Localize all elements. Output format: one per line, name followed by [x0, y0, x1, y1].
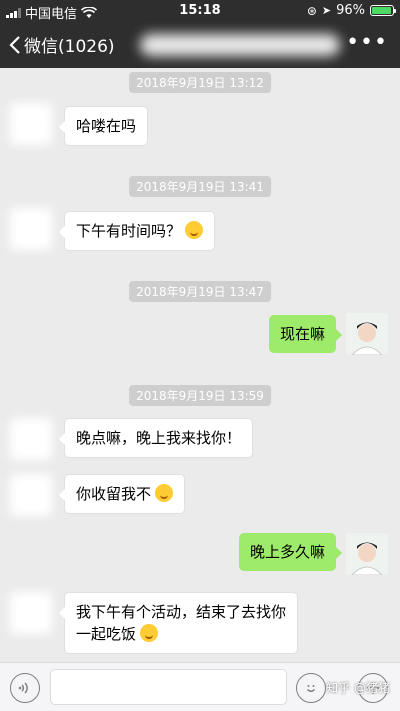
- chevron-left-icon: [9, 35, 20, 54]
- message-text: 哈喽在吗: [76, 117, 137, 135]
- back-button[interactable]: 微信(1026): [8, 32, 115, 57]
- message-bubble[interactable]: 晚上多久嘛: [238, 533, 343, 571]
- emoji-button[interactable]: [296, 673, 326, 703]
- location-icon: ➤: [321, 4, 332, 17]
- smiley-icon: [307, 685, 315, 692]
- timestamp-label: 2018年9月19日 13:41: [129, 176, 271, 197]
- message-input[interactable]: [50, 669, 287, 705]
- back-label: 微信(1026): [24, 37, 115, 57]
- orientation-lock-icon: ⊛: [306, 3, 317, 18]
- message-bubble[interactable]: 我下午有个活动，结束了去找你 一起吃饭: [58, 592, 299, 654]
- my-avatar[interactable]: [346, 313, 388, 355]
- message-bubble[interactable]: 哈喽在吗: [58, 106, 149, 146]
- message-text: 晚上多久嘛: [249, 543, 325, 561]
- more-button[interactable]: •••: [346, 32, 388, 54]
- avatar-image: [346, 533, 388, 575]
- watermark-text: 知乎 @猪猪: [326, 681, 390, 695]
- voice-button[interactable]: [10, 673, 40, 703]
- smiling-emoji-icon: [140, 624, 159, 642]
- timestamp-label: 2018年9月19日 13:12: [129, 72, 271, 93]
- status-bar: 中国电信 15:18 ⊛ ➤ 96%: [0, 0, 400, 22]
- chat-title-redacted: [140, 34, 340, 56]
- avatar[interactable]: [10, 208, 52, 250]
- message-text: 晚点嘛，晚上我来找你！: [76, 429, 242, 447]
- battery-percent: 96%: [336, 3, 365, 18]
- input-bar: 知乎 @猪猪: [0, 662, 400, 711]
- message-text: 我下午有个活动，结束了去找你: [76, 603, 287, 621]
- voice-icon: [18, 682, 28, 694]
- battery-icon: [370, 5, 396, 16]
- message-bubble[interactable]: 晚点嘛，晚上我来找你！: [58, 418, 254, 458]
- message-bubble[interactable]: 下午有时间吗？: [58, 211, 216, 251]
- message-text: 一起吃饭: [76, 625, 137, 643]
- nav-bar: 微信(1026) •••: [0, 22, 400, 68]
- avatar[interactable]: [10, 474, 52, 516]
- message-bubble[interactable]: 现在嘛: [268, 315, 343, 353]
- laughing-crying-emoji-icon: [185, 221, 204, 239]
- avatar[interactable]: [10, 418, 52, 460]
- my-avatar[interactable]: [346, 533, 388, 575]
- avatar-image: [346, 313, 388, 355]
- grinning-sweat-emoji-icon: [155, 484, 174, 502]
- timestamp-label: 2018年9月19日 13:47: [129, 281, 271, 302]
- avatar[interactable]: [10, 103, 52, 145]
- message-text: 下午有时间吗？: [76, 222, 182, 240]
- message-bubble[interactable]: 你收留我不: [58, 474, 186, 514]
- message-text: 现在嘛: [279, 325, 325, 343]
- avatar[interactable]: [10, 592, 52, 634]
- timestamp-label: 2018年9月19日 13:59: [129, 385, 271, 406]
- message-text: 你收留我不: [76, 485, 152, 503]
